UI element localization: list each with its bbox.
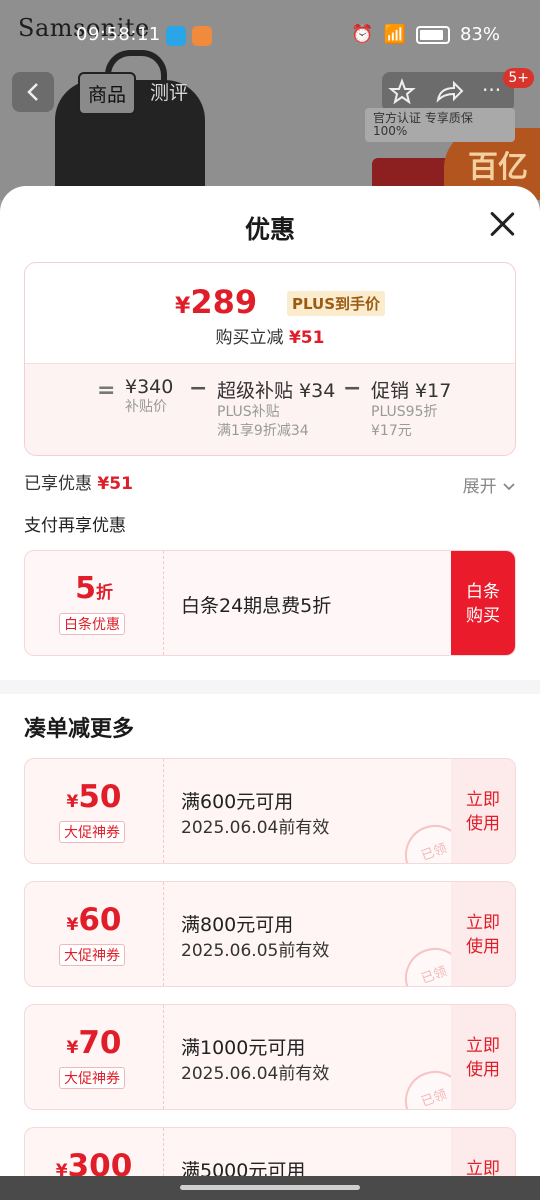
section-title: 凑单减更多 bbox=[24, 717, 135, 742]
promo-strip: 官方认证 专享质保 100% bbox=[365, 108, 515, 142]
super-subsidy: 超级补贴 ¥34 PLUS补贴 满1享9折减34 bbox=[217, 380, 336, 439]
tab-product[interactable]: 商品 bbox=[78, 72, 137, 115]
tab-review[interactable]: 测评 bbox=[142, 72, 196, 115]
coupon-condition: 满800元可用 bbox=[181, 914, 294, 936]
price-breakdown: = ¥340 补贴价 − 超级补贴 ¥34 PLUS补贴 满1享9折减34 − … bbox=[25, 363, 515, 455]
coupon-tag: 大促神券 bbox=[59, 821, 125, 843]
minus-sign: − bbox=[343, 376, 362, 401]
chevron-down-icon bbox=[503, 483, 515, 491]
coupon-condition: 满1000元可用 bbox=[181, 1037, 306, 1059]
coupon-amount: ¥50 bbox=[66, 779, 122, 815]
notification-badge: 5+ bbox=[503, 68, 534, 88]
subsidy-price: ¥340 补贴价 bbox=[125, 376, 174, 415]
equals-sign: = bbox=[97, 378, 116, 403]
coupon-card[interactable]: ¥60 大促神券 满800元可用 2025.06.05前有效 已领 立即 使用 bbox=[24, 881, 516, 987]
final-price: ¥289 bbox=[175, 283, 258, 321]
section-divider bbox=[0, 680, 540, 694]
baitiao-tag: 白条优惠 bbox=[59, 613, 125, 635]
status-icons: ⏰ 📶 83% bbox=[351, 24, 500, 45]
baitiao-offer-card[interactable]: 5折 白条优惠 白条24期息费5折 白条 购买 bbox=[24, 550, 516, 656]
coupon-card[interactable]: ¥50 大促神券 满600元可用 2025.06.04前有效 已领 立即 使用 bbox=[24, 758, 516, 864]
battery-level: 83% bbox=[459, 24, 500, 45]
coupon-card[interactable]: ¥70 大促神券 满1000元可用 2025.06.04前有效 已领 立即 使用 bbox=[24, 1004, 516, 1110]
back-button[interactable] bbox=[12, 72, 54, 112]
battery-icon bbox=[415, 25, 450, 44]
coupon-tag: 大促神券 bbox=[59, 1067, 125, 1089]
discount-sheet: 优惠 ¥289 PLUS到手价 购买立减 ¥51 = ¥340 补贴价 − 超级… bbox=[0, 186, 540, 1200]
baitiao-discount: 5折 bbox=[75, 571, 113, 606]
price-summary-card: ¥289 PLUS到手价 购买立减 ¥51 = ¥340 补贴价 − 超级补贴 … bbox=[24, 262, 516, 456]
use-coupon-button[interactable]: 立即 使用 bbox=[451, 759, 515, 863]
promotion: 促销 ¥17 PLUS95折 ¥17元 bbox=[371, 380, 452, 439]
baitiao-buy-button[interactable]: 白条 购买 bbox=[451, 551, 515, 655]
coupon-tag: 大促神券 bbox=[59, 944, 125, 966]
home-indicator-bar bbox=[0, 1176, 540, 1200]
coupon-amount: ¥70 bbox=[66, 1025, 122, 1061]
chevron-left-icon bbox=[27, 83, 38, 101]
coupon-amount: ¥60 bbox=[66, 902, 122, 938]
coupon-expiry: 2025.06.05前有效 bbox=[181, 941, 330, 961]
enjoyed-discount: 已享优惠 ¥51 bbox=[24, 474, 133, 494]
product-tabs: 商品 测评 bbox=[78, 72, 196, 115]
plus-price-tag: PLUS到手价 bbox=[287, 291, 386, 316]
wifi-icon: 📶 bbox=[383, 24, 406, 45]
alarm-icon: ⏰ bbox=[351, 24, 374, 45]
action-buttons: ··· bbox=[382, 72, 514, 112]
star-icon bbox=[388, 78, 416, 105]
close-icon[interactable] bbox=[488, 210, 516, 238]
home-indicator[interactable] bbox=[180, 1185, 360, 1190]
use-coupon-button[interactable]: 立即 使用 bbox=[451, 882, 515, 986]
minus-sign: − bbox=[189, 376, 208, 401]
pay-more-heading: 支付再享优惠 bbox=[24, 516, 126, 536]
use-coupon-button[interactable]: 立即 使用 bbox=[451, 1005, 515, 1109]
baitiao-description: 白条24期息费5折 bbox=[181, 595, 332, 617]
status-time: 09:58:11 bbox=[76, 24, 161, 45]
more-icon: ··· bbox=[482, 78, 501, 102]
app-notification-icon bbox=[166, 26, 186, 46]
sheet-title: 优惠 bbox=[244, 215, 295, 244]
coupon-condition: 满600元可用 bbox=[181, 791, 294, 813]
coupon-expiry: 2025.06.04前有效 bbox=[181, 1064, 330, 1084]
instant-reduction: 购买立减 ¥51 bbox=[215, 328, 325, 348]
app-notification-icon bbox=[192, 26, 212, 46]
coupon-expiry: 2025.06.04前有效 bbox=[181, 818, 330, 838]
expand-button[interactable]: 展开 bbox=[463, 472, 516, 497]
share-icon bbox=[436, 80, 464, 103]
status-bar: 09:58:11 ⏰ 📶 83% bbox=[0, 0, 540, 60]
